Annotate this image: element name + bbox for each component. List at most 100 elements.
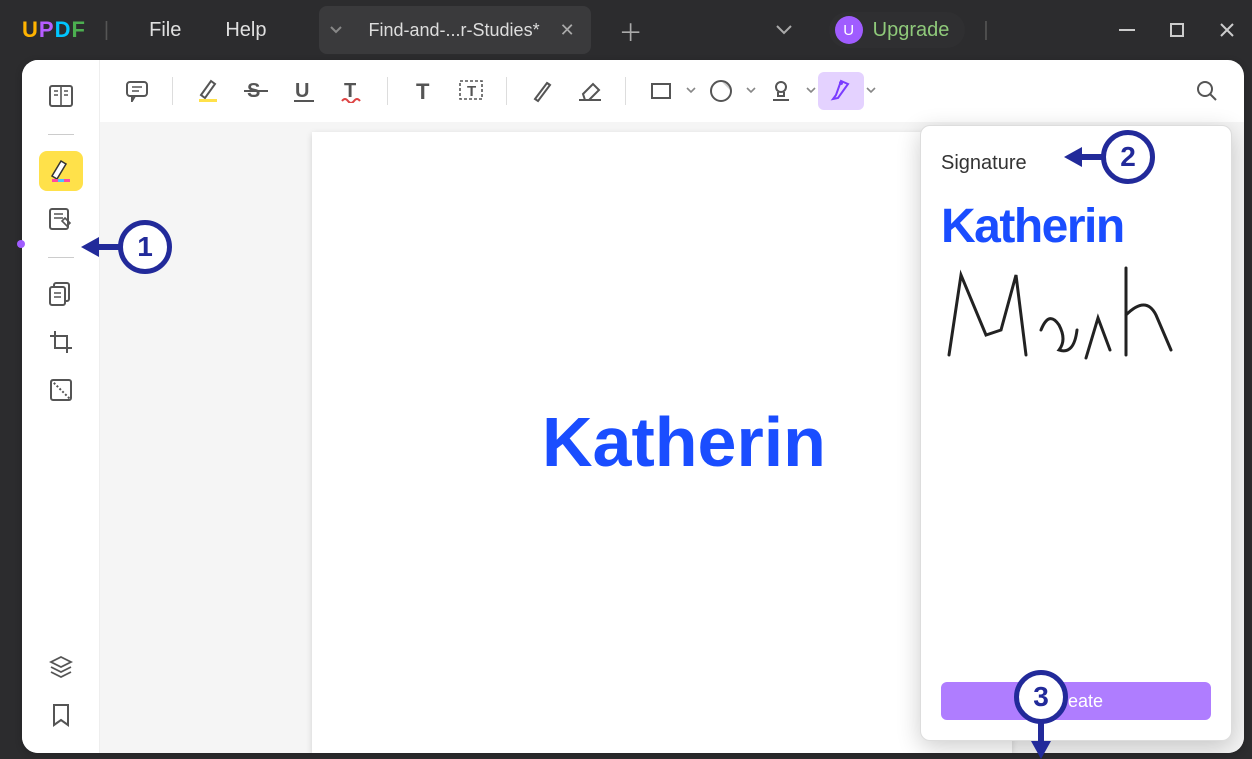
reader-icon (49, 85, 73, 107)
close-icon (1219, 22, 1235, 38)
search-icon (1196, 80, 1218, 102)
sidebar-comment-button[interactable] (39, 151, 83, 191)
avatar: U (835, 16, 863, 44)
highlighter-icon (50, 159, 72, 183)
stamp-icon (769, 79, 793, 103)
chevron-down-icon (746, 87, 756, 95)
arrow-left-icon (1064, 147, 1082, 167)
layers-icon (49, 655, 73, 679)
minimize-icon (1119, 29, 1135, 31)
stamp-dropdown[interactable] (758, 72, 816, 110)
pdf-page[interactable]: Katherin (312, 132, 1012, 753)
toolbar-separator (506, 77, 507, 105)
create-signature-button[interactable]: Create (941, 682, 1211, 720)
arrow-left-icon (81, 237, 99, 257)
rectangle-icon (650, 80, 672, 102)
sidebar-crop-button[interactable] (39, 322, 83, 362)
note-button[interactable] (114, 72, 160, 110)
strikethrough-button[interactable]: S (233, 72, 279, 110)
maximize-icon (1170, 23, 1184, 37)
search-button[interactable] (1184, 72, 1230, 110)
app-logo: UPDF (22, 17, 86, 43)
sticker-icon (709, 79, 733, 103)
textbox-button[interactable]: T (400, 72, 446, 110)
page-signature-text: Katherin (542, 402, 826, 482)
sidebar-separator (48, 257, 74, 258)
divider: | (983, 19, 988, 42)
signature-panel: Signature Katherin Create (920, 125, 1232, 741)
chevron-down-icon (806, 87, 816, 95)
edit-page-icon (49, 208, 73, 230)
document-area: Katherin Signature Katherin Create (100, 122, 1244, 753)
new-tab-button[interactable]: ＋ (613, 7, 649, 54)
divider: | (104, 19, 109, 42)
svg-text:T: T (467, 83, 476, 100)
signature-icon (830, 79, 852, 103)
close-tab-button[interactable]: ✕ (556, 16, 579, 45)
pencil-icon (531, 79, 553, 103)
eraser-button[interactable] (567, 72, 613, 110)
signature-sample-typed[interactable]: Katherin (941, 199, 1211, 254)
text-callout-button[interactable]: T (448, 72, 494, 110)
sidebar-reader-button[interactable] (39, 76, 83, 116)
tab-title: Find-and-...r-Studies* (369, 20, 540, 41)
toolbar-separator (172, 77, 173, 105)
step-callout-2: 2 (1101, 130, 1155, 184)
text-callout-icon: T (458, 79, 484, 103)
signature-sample-handwritten[interactable] (941, 260, 1211, 360)
chevron-down-icon (330, 26, 342, 34)
window-controls (1102, 15, 1252, 45)
sidebar-edit-button[interactable] (39, 199, 83, 239)
sidebar-bookmark-button[interactable] (39, 695, 83, 735)
toolbar-separator (625, 77, 626, 105)
sticker-dropdown[interactable] (698, 72, 756, 110)
bookmark-icon (52, 703, 70, 727)
svg-text:T: T (416, 79, 430, 103)
upgrade-button[interactable]: U Upgrade (829, 12, 966, 48)
upgrade-label: Upgrade (873, 19, 950, 42)
pages-icon (49, 282, 73, 306)
sidebar-pages-button[interactable] (39, 274, 83, 314)
indicator-dot (17, 240, 25, 248)
signature-dropdown[interactable] (818, 72, 876, 110)
menu-help[interactable]: Help (203, 19, 288, 42)
shape-dropdown[interactable] (638, 72, 696, 110)
main-frame: S U T T T (22, 60, 1244, 753)
title-bar: UPDF | File Help Find-and-...r-Studies* … (0, 0, 1252, 60)
show-all-tabs-button[interactable] (769, 18, 799, 42)
sidebar-layers-button[interactable] (39, 647, 83, 687)
chevron-down-icon (775, 24, 793, 36)
svg-text:U: U (295, 80, 309, 102)
step-callout-1: 1 (118, 220, 172, 274)
annotation-toolbar: S U T T T (100, 60, 1244, 122)
squiggly-button[interactable]: T (329, 72, 375, 110)
document-tab[interactable]: Find-and-...r-Studies* ✕ (353, 6, 591, 54)
sidebar-separator (48, 134, 74, 135)
menu-file[interactable]: File (127, 19, 203, 42)
strikethrough-icon: S (244, 79, 268, 103)
left-sidebar (22, 60, 100, 753)
text-icon: T (411, 79, 435, 103)
tab-dropdown[interactable] (319, 6, 353, 54)
highlight-button[interactable] (185, 72, 231, 110)
highlight-icon (197, 79, 219, 103)
note-icon (125, 80, 149, 102)
close-window-button[interactable] (1202, 15, 1252, 45)
watermark-icon (49, 378, 73, 402)
chevron-down-icon (866, 87, 876, 95)
squiggly-icon: T (340, 79, 364, 103)
underline-icon: U (292, 79, 316, 103)
crop-icon (49, 330, 73, 354)
step-callout-3: 3 (1014, 670, 1068, 724)
minimize-button[interactable] (1102, 15, 1152, 45)
chevron-down-icon (686, 87, 696, 95)
underline-button[interactable]: U (281, 72, 327, 110)
arrow-down-icon (1031, 741, 1051, 759)
pencil-button[interactable] (519, 72, 565, 110)
maximize-button[interactable] (1152, 15, 1202, 45)
tab-strip: Find-and-...r-Studies* ✕ ＋ (319, 6, 799, 54)
sidebar-watermark-button[interactable] (39, 370, 83, 410)
handwritten-mark-icon (941, 260, 1181, 370)
eraser-icon (577, 80, 603, 102)
toolbar-separator (387, 77, 388, 105)
